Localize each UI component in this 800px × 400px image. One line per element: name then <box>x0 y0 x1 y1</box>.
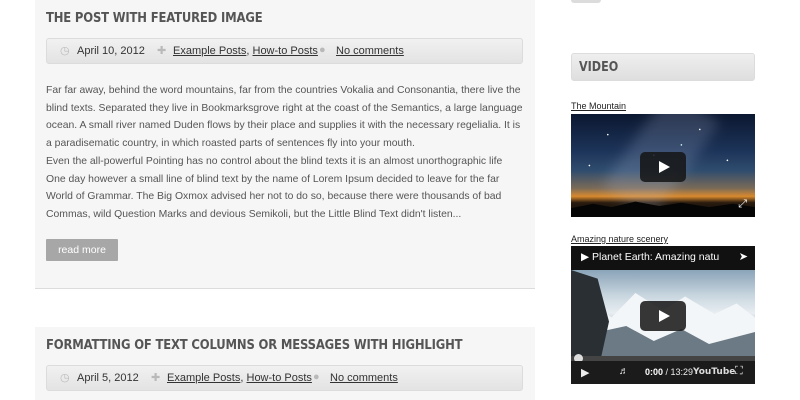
video-player-title-row[interactable]: ▶ Planet Earth: Amazing natu <box>581 251 731 263</box>
post-meta-bar: ◷ April 10, 2012 ✚ Example Posts, How-to… <box>46 38 523 64</box>
clock-icon: ◷ <box>60 45 70 57</box>
category-link[interactable]: Example Posts <box>167 372 240 384</box>
category-link[interactable]: How-to Posts <box>247 372 312 384</box>
video-controls: ▶ ♬ 0:00 / 13:29 YouTube ⛶ <box>571 361 755 384</box>
comments-link[interactable]: No comments <box>330 372 398 384</box>
widget-title-bar: VIDEO <box>571 53 755 81</box>
sidebar-divider <box>571 0 601 3</box>
post-categories: Example Posts, How-to Posts <box>167 372 312 384</box>
video-title-link[interactable]: The Mountain <box>571 101 626 111</box>
post-excerpt-paragraph: Far far away, behind the word mountains,… <box>46 85 523 149</box>
play-icon[interactable] <box>640 152 686 182</box>
post-meta-bar: ◷ April 5, 2012 ✚ Example Posts, How-to … <box>46 365 523 391</box>
post-date: April 5, 2012 <box>77 372 139 384</box>
post-categories: Example Posts, How-to Posts <box>173 45 318 57</box>
play-icon[interactable] <box>640 301 686 331</box>
clock-icon: ◷ <box>60 372 70 384</box>
read-more-button[interactable]: read more <box>46 239 118 261</box>
post-excerpt-paragraph: Even the all-powerful Pointing has no co… <box>46 156 503 220</box>
post-comments: No comments <box>330 372 398 384</box>
thumbnail-rock <box>571 270 609 356</box>
post-article: THE POST WITH FEATURED IMAGE ◷ April 10,… <box>35 0 535 289</box>
play-icon[interactable]: ▶ <box>581 366 589 379</box>
category-link[interactable]: Example Posts <box>173 45 246 57</box>
post-comments: No comments <box>336 45 404 57</box>
main-content: THE POST WITH FEATURED IMAGE ◷ April 10,… <box>35 0 535 400</box>
youtube-logo[interactable]: YouTube <box>693 367 735 377</box>
post-title[interactable]: THE POST WITH FEATURED IMAGE <box>46 10 263 26</box>
post-article: FORMATTING OF TEXT COLUMNS OR MESSAGES W… <box>35 327 535 400</box>
video-player[interactable]: ⤢ <box>571 114 755 217</box>
share-icon[interactable]: ➤ <box>739 250 748 263</box>
volume-icon[interactable]: ♬ <box>619 366 629 377</box>
comments-link[interactable]: No comments <box>336 45 404 57</box>
video-title-bar: ▶ Planet Earth: Amazing natu ➤ <box>571 246 755 270</box>
post-date: April 10, 2012 <box>77 45 145 57</box>
video-player-title: Planet Earth: Amazing natu <box>592 251 720 263</box>
comment-bubble-icon: ● <box>319 44 326 56</box>
fullscreen-icon[interactable]: ⛶ <box>735 365 743 378</box>
post-title[interactable]: FORMATTING OF TEXT COLUMNS OR MESSAGES W… <box>46 337 463 353</box>
video-time: 0:00 / 13:29 <box>645 367 694 377</box>
video-player[interactable]: ▶ Planet Earth: Amazing natu ➤ ▶ ♬ 0:00 … <box>571 246 755 384</box>
widget-title: VIDEO <box>579 60 619 75</box>
pin-icon: ✚ <box>151 372 161 384</box>
pin-icon: ✚ <box>157 45 167 57</box>
category-link[interactable]: How-to Posts <box>253 45 318 57</box>
video-title-link[interactable]: Amazing nature scenery <box>571 234 668 244</box>
sidebar: VIDEO The Mountain ⤢ Amazing nature scen… <box>571 0 755 400</box>
fullscreen-icon[interactable]: ⤢ <box>738 198 747 211</box>
comment-bubble-icon: ● <box>313 371 320 383</box>
